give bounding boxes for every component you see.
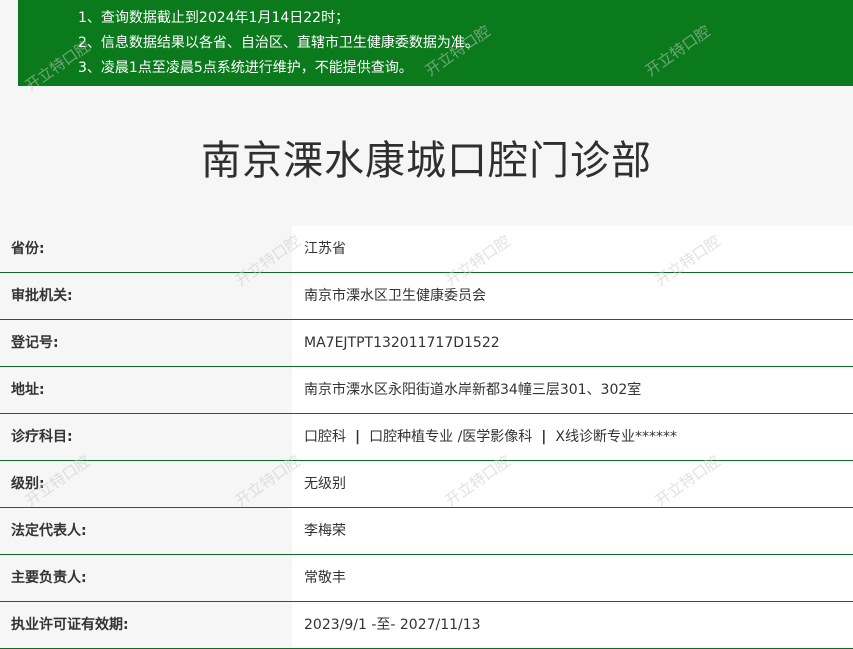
table-row-license-validity: 执业许可证有效期: 2023/9/1 -至- 2027/11/13 (0, 602, 853, 649)
table-row-level: 级别: 无级别 (0, 461, 853, 508)
table-row-province: 省份: 江苏省 (0, 226, 853, 273)
table-row-subjects: 诊疗科目: 口腔科 | 口腔种植专业 /医学影像科 | X线诊断专业****** (0, 414, 853, 461)
row-value: 口腔科 | 口腔种植专业 /医学影像科 | X线诊断专业****** (292, 414, 853, 460)
subject-separator: | (541, 429, 547, 445)
table-row-legal-rep: 法定代表人: 李梅荣 (0, 508, 853, 555)
row-value: MA7EJTPT132011717D1522 (292, 320, 853, 366)
row-label: 主要负责人: (0, 555, 292, 601)
row-label: 登记号: (0, 320, 292, 366)
table-row-registration: 登记号: MA7EJTPT132011717D1522 (0, 320, 853, 367)
table-row-principal: 主要负责人: 常敬丰 (0, 555, 853, 602)
row-value: 江苏省 (292, 226, 853, 272)
table-row-address: 地址: 南京市溧水区永阳街道水岸新都34幢三层301、302室 (0, 367, 853, 414)
notice-line: 3、凌晨1点至凌晨5点系统进行维护，不能提供查询。 (78, 60, 413, 76)
row-label: 法定代表人: (0, 508, 292, 554)
row-label: 诊疗科目: (0, 414, 292, 460)
row-value: 南京市溧水区永阳街道水岸新都34幢三层301、302室 (292, 367, 853, 413)
notice-line: 1、查询数据截止到2024年1月14日22时； (78, 10, 350, 26)
row-value: 常敬丰 (292, 555, 853, 601)
row-label: 审批机关: (0, 273, 292, 319)
notice-line: 2、信息数据结果以各省、自治区、直辖市卫生健康委数据为准。 (78, 35, 479, 51)
row-value: 2023/9/1 -至- 2027/11/13 (292, 602, 853, 648)
subject-item: 口腔种植专业 /医学影像科 (369, 429, 533, 445)
subject-item: X线诊断专业****** (555, 429, 678, 445)
page-title: 南京溧水康城口腔门诊部 (201, 138, 652, 184)
subject-separator: | (355, 429, 361, 445)
row-label: 执业许可证有效期: (0, 602, 292, 648)
subject-item: 口腔科 (304, 429, 346, 445)
info-table: 省份: 江苏省 审批机关: 南京市溧水区卫生健康委员会 登记号: MA7EJTP… (0, 226, 853, 649)
row-label: 级别: (0, 461, 292, 507)
row-label: 省份: (0, 226, 292, 272)
row-label: 地址: (0, 367, 292, 413)
row-value: 李梅荣 (292, 508, 853, 554)
table-row-authority: 审批机关: 南京市溧水区卫生健康委员会 (0, 273, 853, 320)
notice-banner: 1、查询数据截止到2024年1月14日22时； 2、信息数据结果以各省、自治区、… (18, 0, 853, 86)
row-value: 南京市溧水区卫生健康委员会 (292, 273, 853, 319)
row-value: 无级别 (292, 461, 853, 507)
